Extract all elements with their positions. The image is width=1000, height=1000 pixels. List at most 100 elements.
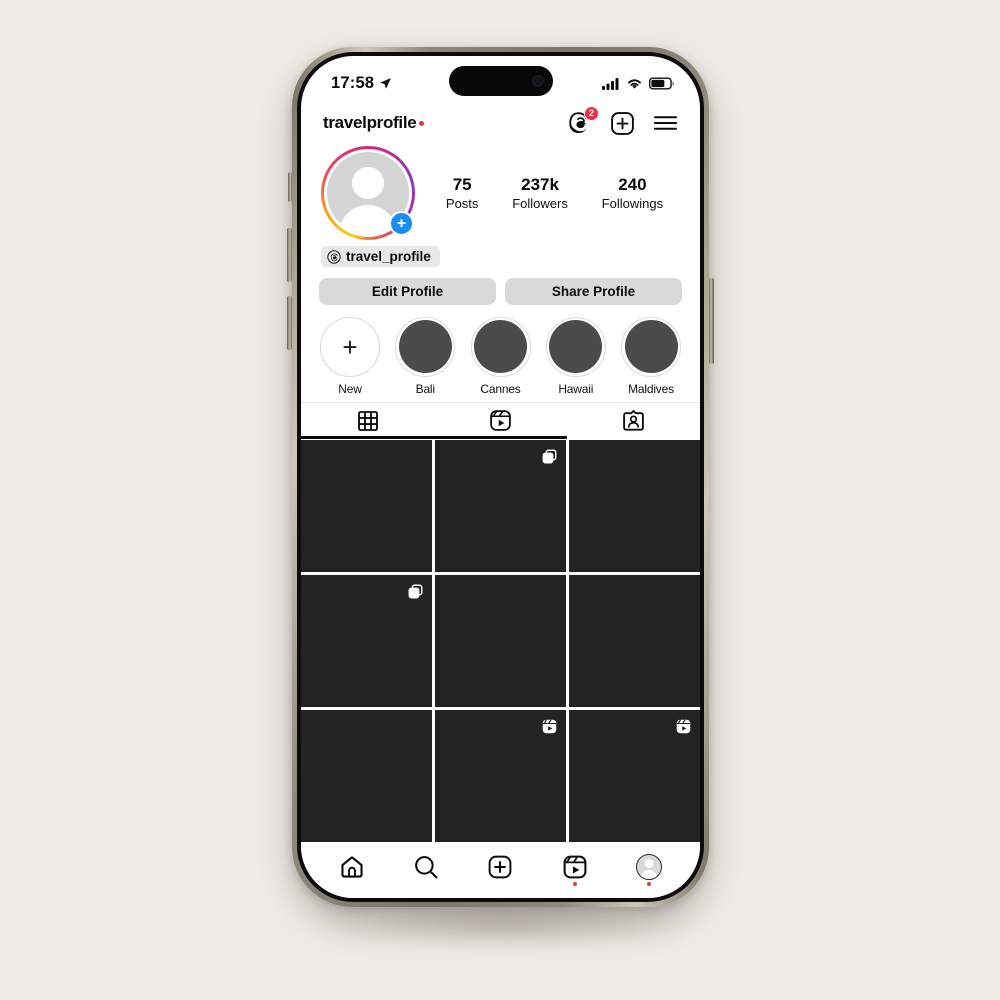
phone-device-frame: 17:58 travelprofile 2 + 75 Posts 237k Fo… — [292, 47, 709, 907]
highlight-cover — [470, 316, 531, 377]
highlight-cover — [621, 316, 681, 377]
nav-create[interactable] — [476, 847, 524, 887]
nav-reels[interactable] — [551, 847, 599, 887]
post-tile[interactable] — [435, 574, 566, 707]
tab-tagged[interactable] — [567, 403, 700, 439]
nav-search[interactable] — [402, 847, 450, 887]
tagged-person-icon — [623, 410, 644, 431]
nav-home[interactable] — [328, 847, 376, 887]
reels-icon — [490, 410, 511, 431]
unread-dot-icon — [419, 120, 425, 126]
stat-followings-label: Followings — [601, 196, 664, 211]
nav-profile[interactable] — [625, 847, 673, 887]
hamburger-menu-icon — [653, 116, 678, 130]
add-story-button[interactable]: + — [389, 211, 414, 236]
profile-avatar-wrapper[interactable]: + — [321, 146, 415, 240]
highlight-item[interactable]: Hawaii — [544, 316, 608, 396]
power-button[interactable] — [709, 278, 714, 364]
status-bar-time-group: 17:58 — [331, 74, 392, 93]
nav-reels-dot — [572, 881, 577, 886]
carousel-icon — [542, 449, 557, 463]
stat-followers-label: Followers — [512, 196, 568, 211]
highlight-cover-fill — [549, 320, 603, 373]
post-tile[interactable] — [301, 709, 432, 842]
threads-handle-chip[interactable]: travel_profile — [321, 246, 440, 267]
highlight-item[interactable]: Bali — [393, 316, 457, 396]
profile-summary-row: + 75 Posts 237k Followers 240 Followings — [301, 142, 700, 240]
highlight-cover-fill — [474, 320, 527, 373]
stat-followings[interactable]: 240 Followings — [602, 175, 663, 211]
nav-profile-dot — [646, 881, 651, 886]
battery-icon — [649, 77, 674, 89]
highlight-label: Hawaii — [558, 381, 594, 396]
stat-posts-label: Posts — [445, 196, 479, 211]
reels-icon — [563, 855, 587, 878]
nav-avatar-head — [644, 858, 654, 868]
tab-reels[interactable] — [434, 403, 567, 439]
active-tab-underline — [301, 436, 567, 439]
stat-followings-value: 240 — [618, 175, 647, 194]
share-profile-button[interactable]: Share Profile — [505, 277, 682, 305]
bottom-navigation-bar — [301, 842, 700, 898]
post-tile[interactable] — [301, 439, 432, 572]
threads-button[interactable]: 2 — [569, 105, 599, 135]
reels-icon — [676, 719, 691, 734]
post-tile[interactable] — [435, 439, 566, 572]
status-time-label: 17:58 — [331, 73, 375, 92]
threads-notification-badge: 2 — [584, 105, 599, 121]
threads-chip-row: travel_profile — [301, 240, 700, 269]
profile-tabs — [301, 401, 700, 439]
highlight-item[interactable]: Cannes — [469, 316, 533, 396]
post-tile[interactable] — [569, 574, 700, 707]
avatar-head — [352, 167, 384, 199]
highlight-label: New — [338, 381, 362, 396]
highlight-label: Bali — [415, 381, 435, 396]
post-tile[interactable] — [301, 574, 432, 707]
highlight-label: Maldives — [628, 381, 674, 396]
menu-button[interactable] — [653, 113, 678, 133]
post-grid — [301, 438, 700, 842]
silent-switch-button[interactable] — [288, 172, 292, 202]
stat-posts[interactable]: 75 Posts — [446, 175, 479, 211]
grid-icon — [357, 410, 378, 431]
threads-handle-label: travel_profile — [346, 249, 431, 264]
profile-action-buttons: Edit Profile Share Profile — [301, 269, 700, 305]
stat-followers-value: 237k — [521, 175, 559, 194]
avatar-body — [339, 205, 397, 234]
highlight-item[interactable]: Maldives — [619, 316, 683, 396]
location-arrow-icon — [380, 77, 392, 89]
post-tile[interactable] — [569, 709, 700, 842]
highlight-new-circle: + — [320, 316, 380, 377]
post-tile[interactable] — [435, 709, 566, 842]
status-bar: 17:58 — [301, 56, 700, 102]
stat-followers[interactable]: 237k Followers — [512, 175, 568, 211]
highlight-cover — [395, 316, 456, 377]
highlight-new[interactable]: + New — [318, 316, 382, 396]
highlight-label: Cannes — [480, 381, 521, 396]
profile-avatar-icon — [635, 853, 662, 880]
edit-profile-button[interactable]: Edit Profile — [319, 277, 496, 305]
wifi-icon — [628, 78, 641, 89]
header-username-group[interactable]: travelprofile — [323, 113, 425, 133]
volume-up-button[interactable] — [287, 228, 292, 282]
header-username-label: travelprofile — [323, 113, 417, 132]
volume-down-button[interactable] — [287, 296, 292, 350]
profile-stats: 75 Posts 237k Followers 240 Followings — [423, 175, 680, 211]
nav-avatar-body — [640, 869, 658, 879]
highlight-cover — [545, 316, 606, 377]
status-bar-icons — [602, 77, 674, 90]
carousel-icon — [408, 584, 423, 599]
story-highlights: + New Bali Cannes Hawaii Maldives — [301, 305, 700, 402]
create-post-button[interactable] — [610, 111, 635, 136]
post-tile[interactable] — [569, 439, 700, 572]
plus-icon: + — [342, 331, 358, 362]
phone-bezel: 17:58 travelprofile 2 + 75 Posts 237k Fo… — [297, 52, 704, 902]
home-icon — [341, 855, 363, 878]
phone-screen: 17:58 travelprofile 2 + 75 Posts 237k Fo… — [301, 56, 700, 898]
profile-header: travelprofile 2 — [301, 102, 700, 142]
highlight-cover-fill — [624, 320, 678, 373]
threads-icon — [327, 249, 341, 264]
tab-grid[interactable] — [301, 403, 434, 439]
reels-icon — [542, 719, 557, 734]
cellular-signal-icon — [602, 77, 619, 90]
